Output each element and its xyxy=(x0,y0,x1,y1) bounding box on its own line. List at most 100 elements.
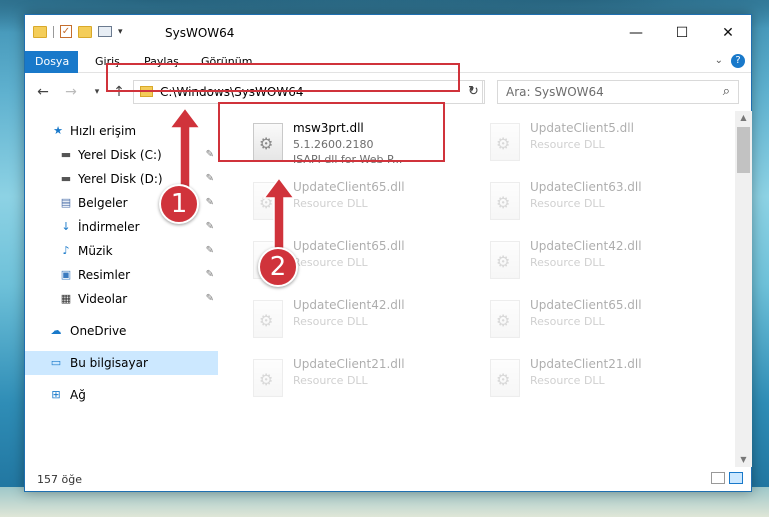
gear-icon: ⚙ xyxy=(496,311,511,330)
gear-icon: ⚙ xyxy=(259,193,274,212)
file-description: Resource DLL xyxy=(530,138,605,151)
videos-icon: ▦ xyxy=(60,292,72,305)
pin-icon[interactable]: ✎ xyxy=(206,215,214,239)
search-icon[interactable]: ⌕ xyxy=(723,84,730,99)
item-count: 157 öğe xyxy=(37,473,82,486)
title-bar: ✓ ▾ SysWOW64 — ☐ ✕ xyxy=(25,15,751,51)
gear-icon: ⚙ xyxy=(496,252,511,271)
file-tile[interactable]: ⚙ UpdateClient65.dll Resource DLL xyxy=(245,176,475,228)
sidebar-item-label: Belgeler xyxy=(78,196,128,210)
file-tile[interactable]: ⚙ UpdateClient21.dll Resource DLL xyxy=(245,353,475,405)
file-name: UpdateClient65.dll xyxy=(293,239,405,253)
tab-file[interactable]: Dosya xyxy=(25,51,78,73)
pin-icon[interactable]: ✎ xyxy=(206,287,214,311)
file-description: Resource DLL xyxy=(293,256,368,269)
sidebar-item-label: Müzik xyxy=(78,244,113,258)
file-name: UpdateClient63.dll xyxy=(530,180,642,194)
sidebar-item-local-disk-c[interactable]: ▬ Yerel Disk (C:) ✎ xyxy=(25,143,218,167)
star-icon: ★ xyxy=(53,124,63,137)
file-tile[interactable]: ⚙ UpdateClient63.dll Resource DLL xyxy=(482,176,712,228)
back-button[interactable]: ← xyxy=(33,82,53,102)
details-view-button[interactable] xyxy=(711,472,725,484)
status-bar: 157 öğe xyxy=(25,467,751,491)
file-description: Resource DLL xyxy=(530,256,605,269)
sidebar-item-videos[interactable]: ▦ Videolar ✎ xyxy=(25,287,218,311)
file-tile[interactable]: ⚙ UpdateClient65.dll Resource DLL xyxy=(482,294,712,346)
vertical-scrollbar[interactable]: ▲ ▼ xyxy=(735,111,752,467)
window-title: SysWOW64 xyxy=(165,26,235,40)
pin-icon[interactable]: ✎ xyxy=(206,239,214,263)
sidebar-item-this-pc[interactable]: ▭ Bu bilgisayar xyxy=(25,351,218,375)
sidebar-item-label: Resimler xyxy=(78,268,131,282)
file-tile[interactable]: ⚙ UpdateClient42.dll Resource DLL xyxy=(482,235,712,287)
scrollbar-thumb[interactable] xyxy=(737,127,750,173)
music-icon: ♪ xyxy=(62,244,70,257)
dll-file-icon: ⚙ xyxy=(490,359,520,397)
pin-icon[interactable]: ✎ xyxy=(206,167,214,191)
toolbar-divider xyxy=(53,25,54,38)
sidebar-item-label: Yerel Disk (D:) xyxy=(78,172,163,186)
sidebar-item-label: Bu bilgisayar xyxy=(70,356,148,370)
search-placeholder[interactable]: Ara: SysWOW64 xyxy=(506,85,604,99)
file-name: UpdateClient5.dll xyxy=(530,121,634,135)
maximize-button[interactable]: ☐ xyxy=(659,15,705,51)
sidebar-item-quick-access[interactable]: ★ Hızlı erişim xyxy=(25,119,218,143)
gear-icon: ⚙ xyxy=(496,370,511,389)
new-folder-icon[interactable] xyxy=(78,25,92,38)
sidebar-item-label: Yerel Disk (C:) xyxy=(78,148,162,162)
minimize-button[interactable]: — xyxy=(613,15,659,51)
large-icons-view-button[interactable] xyxy=(729,472,743,484)
dll-file-icon: ⚙ xyxy=(490,123,520,161)
sidebar-item-label: İndirmeler xyxy=(78,220,140,234)
computer-icon: ▭ xyxy=(50,356,62,369)
pin-icon[interactable]: ✎ xyxy=(206,263,214,287)
refresh-button[interactable]: ↻ xyxy=(463,80,485,104)
sidebar-item-music[interactable]: ♪ Müzik ✎ xyxy=(25,239,218,263)
customize-toolbar-chevron-icon[interactable]: ▾ xyxy=(118,27,123,37)
file-description: Resource DLL xyxy=(530,374,605,387)
pin-icon[interactable]: ✎ xyxy=(206,191,214,215)
address-highlight-box xyxy=(106,63,460,92)
sidebar-item-network[interactable]: ⊞ Ağ xyxy=(25,383,218,407)
recent-locations-chevron-icon[interactable]: ▾ xyxy=(87,82,107,102)
drive-icon: ▬ xyxy=(60,148,72,161)
file-tile[interactable]: ⚙ UpdateClient5.dll Resource DLL xyxy=(482,117,712,169)
search-box[interactable]: Ara: SysWOW64 ⌕ xyxy=(497,80,739,104)
properties-check-icon[interactable]: ✓ xyxy=(60,25,72,38)
expand-ribbon-chevron-icon[interactable]: ⌄ xyxy=(715,55,723,66)
dll-file-icon: ⚙ xyxy=(490,182,520,220)
sidebar-item-label: Ağ xyxy=(70,388,86,402)
view-properties-icon[interactable] xyxy=(98,26,112,37)
pin-icon[interactable]: ✎ xyxy=(206,143,214,167)
step-callout-1: 1 xyxy=(159,184,199,224)
forward-button[interactable]: → xyxy=(61,82,81,102)
step-callout-2: 2 xyxy=(258,247,298,287)
sidebar-item-label: Hızlı erişim xyxy=(70,124,137,138)
file-name: UpdateClient21.dll xyxy=(530,357,642,371)
sidebar-item-pictures[interactable]: ▣ Resimler ✎ xyxy=(25,263,218,287)
file-tile[interactable]: ⚙ UpdateClient42.dll Resource DLL xyxy=(245,294,475,346)
file-name: UpdateClient65.dll xyxy=(293,180,405,194)
quick-access-toolbar: ✓ ▾ xyxy=(33,25,123,38)
scroll-down-arrow-icon[interactable]: ▼ xyxy=(735,453,752,467)
close-button[interactable]: ✕ xyxy=(705,15,751,51)
dll-file-icon: ⚙ xyxy=(253,182,283,220)
dll-file-icon: ⚙ xyxy=(490,241,520,279)
file-list: ⚙ msw3prt.dll 5.1.2600.2180 ISAPI dll fo… xyxy=(220,111,735,461)
help-icon[interactable]: ? xyxy=(731,54,745,68)
documents-icon: ▤ xyxy=(60,196,72,209)
file-description: Resource DLL xyxy=(293,197,368,210)
folder-icon xyxy=(33,25,47,38)
network-icon: ⊞ xyxy=(51,388,61,401)
drive-icon: ▬ xyxy=(60,172,72,185)
sidebar-item-label: Videolar xyxy=(78,292,128,306)
gear-icon: ⚙ xyxy=(259,311,274,330)
file-description: Resource DLL xyxy=(530,315,605,328)
gear-icon: ⚙ xyxy=(496,134,511,153)
file-tile[interactable]: ⚙ UpdateClient21.dll Resource DLL xyxy=(482,353,712,405)
scroll-up-arrow-icon[interactable]: ▲ xyxy=(735,111,752,125)
pictures-icon: ▣ xyxy=(60,268,72,281)
sidebar-item-onedrive[interactable]: ☁ OneDrive xyxy=(25,319,218,343)
cloud-icon: ☁ xyxy=(50,324,62,337)
navigation-pane: ★ Hızlı erişim ▬ Yerel Disk (C:) ✎ ▬ Yer… xyxy=(25,111,218,461)
